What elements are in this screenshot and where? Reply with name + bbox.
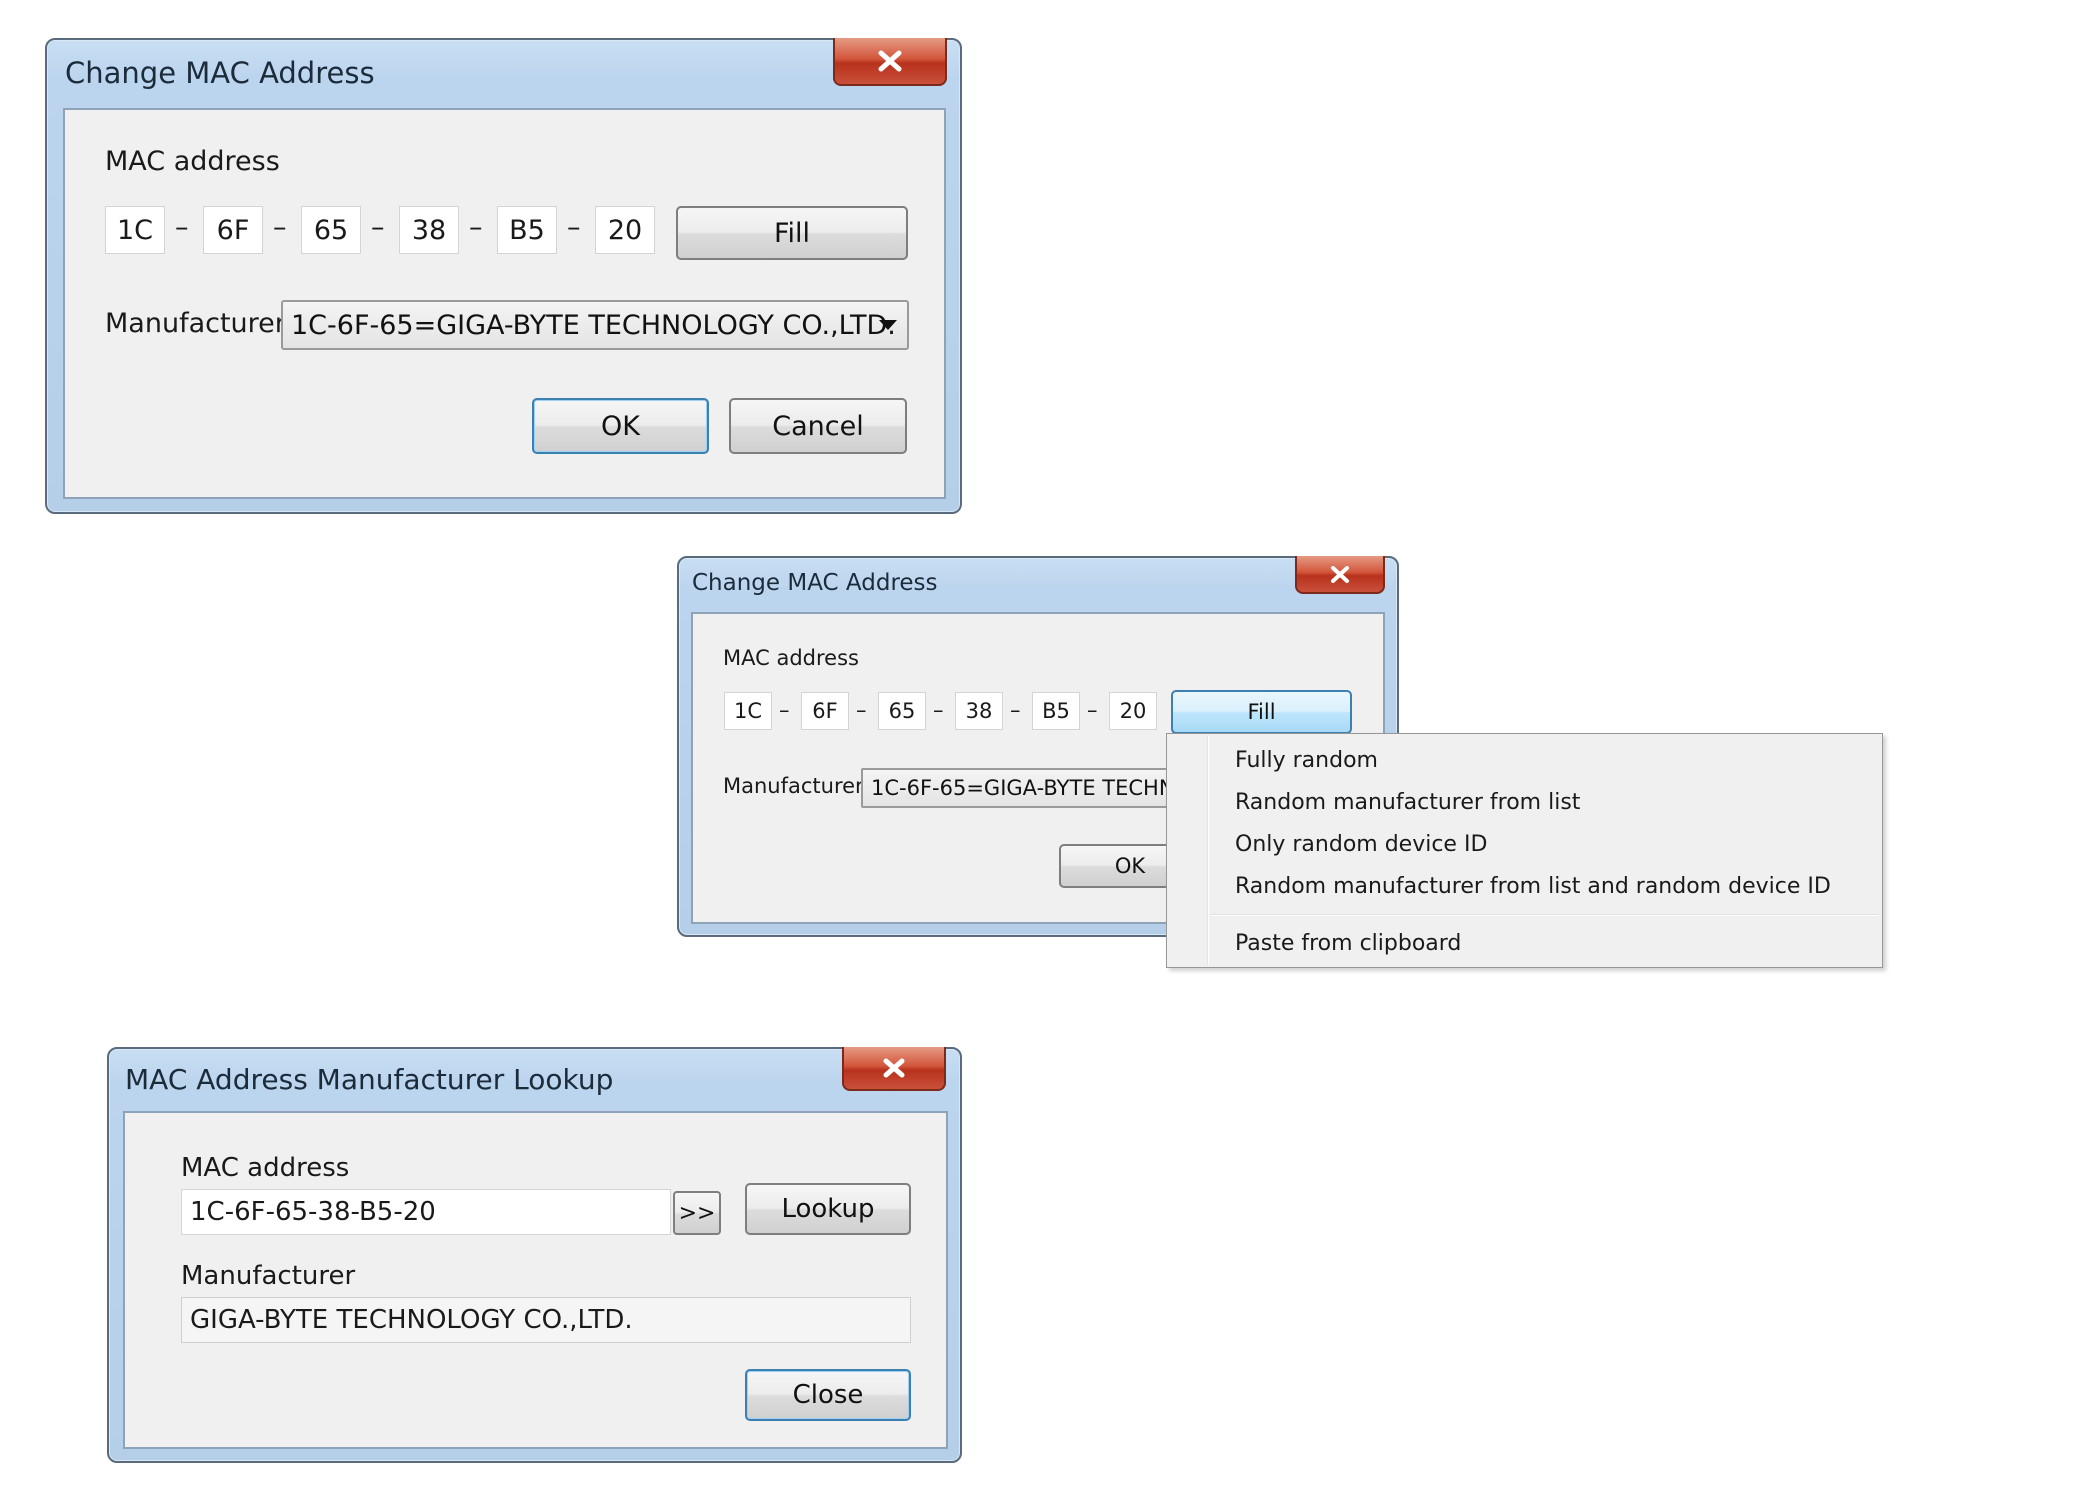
close-icon <box>878 50 902 72</box>
fill-context-menu: Fully random Random manufacturer from li… <box>1166 733 1883 968</box>
close-icon <box>883 1058 905 1078</box>
manufacturer-label: Manufacturer <box>181 1261 356 1291</box>
mac-octet-1[interactable]: 1C <box>724 692 772 730</box>
dialog-client-area: MAC address 1C – 6F – 65 – 38 – B5 – 20 … <box>63 108 946 499</box>
window-title: MAC Address Manufacturer Lookup <box>125 1063 614 1096</box>
menu-item-random-manufacturer[interactable]: Random manufacturer from list <box>1169 786 1880 820</box>
menu-item-paste-from-clipboard[interactable]: Paste from clipboard <box>1169 927 1880 961</box>
octet-separator: – <box>1010 698 1021 722</box>
close-icon <box>1331 565 1349 583</box>
manufacturer-label: Manufacturer <box>105 308 286 339</box>
menu-separator <box>1211 914 1878 916</box>
menu-item-random-device-id[interactable]: Only random device ID <box>1169 828 1880 862</box>
mac-octet-1[interactable]: 1C <box>105 206 165 254</box>
mac-address-input[interactable]: 1C-6F-65-38-B5-20 <box>181 1189 671 1235</box>
octet-separator: – <box>273 212 287 243</box>
mac-octet-5[interactable]: B5 <box>497 206 557 254</box>
window-close-button[interactable] <box>842 1047 946 1091</box>
close-button[interactable]: Close <box>745 1369 911 1421</box>
octet-separator: – <box>175 212 189 243</box>
lookup-button[interactable]: Lookup <box>745 1183 911 1235</box>
octet-separator: – <box>567 212 581 243</box>
octet-separator: – <box>933 698 944 722</box>
cancel-button[interactable]: Cancel <box>729 398 907 454</box>
window-title: Change MAC Address <box>65 56 375 90</box>
mac-address-label: MAC address <box>723 646 859 670</box>
mac-octet-6[interactable]: 20 <box>1109 692 1157 730</box>
mac-octet-4[interactable]: 38 <box>399 206 459 254</box>
mac-octet-4[interactable]: 38 <box>955 692 1003 730</box>
menu-item-random-manufacturer-and-device-id[interactable]: Random manufacturer from list and random… <box>1169 870 1880 904</box>
ok-button[interactable]: OK <box>532 398 709 454</box>
dialog-client-area: MAC address 1C-6F-65-38-B5-20 >> Lookup … <box>123 1111 948 1449</box>
window-close-button[interactable] <box>1295 556 1385 594</box>
fill-button[interactable]: Fill <box>676 206 908 260</box>
mac-address-label: MAC address <box>181 1153 350 1183</box>
mac-address-label: MAC address <box>105 146 280 177</box>
expand-button[interactable]: >> <box>673 1191 721 1235</box>
mac-octet-3[interactable]: 65 <box>878 692 926 730</box>
octet-separator: – <box>856 698 867 722</box>
window-close-button[interactable] <box>833 38 947 86</box>
window-title: Change MAC Address <box>692 570 938 596</box>
mac-octet-3[interactable]: 65 <box>301 206 361 254</box>
manufacturer-dropdown-value: 1C-6F-65=GIGA-BYTE TECHNOLOGY CO.,LTD. <box>291 309 896 341</box>
manufacturer-result-field: GIGA-BYTE TECHNOLOGY CO.,LTD. <box>181 1297 911 1343</box>
mac-lookup-dialog: MAC Address Manufacturer Lookup MAC addr… <box>107 1047 962 1463</box>
octet-separator: – <box>469 212 483 243</box>
fill-button[interactable]: Fill <box>1171 690 1352 734</box>
mac-octet-2[interactable]: 6F <box>203 206 263 254</box>
octet-separator: – <box>779 698 790 722</box>
mac-octet-5[interactable]: B5 <box>1032 692 1080 730</box>
manufacturer-dropdown[interactable]: 1C-6F-65=GIGA-BYTE TECHNOLOGY CO.,LTD. <box>281 300 909 350</box>
chevron-down-icon <box>879 320 897 330</box>
manufacturer-label: Manufacturer <box>723 774 864 798</box>
octet-separator: – <box>371 212 385 243</box>
octet-separator: – <box>1087 698 1098 722</box>
mac-octet-2[interactable]: 6F <box>801 692 849 730</box>
change-mac-dialog: Change MAC Address MAC address 1C – 6F –… <box>45 38 962 514</box>
manufacturer-dropdown-value: 1C-6F-65=GIGA-BYTE TECHNOI <box>871 776 1198 800</box>
mac-octet-6[interactable]: 20 <box>595 206 655 254</box>
menu-item-fully-random[interactable]: Fully random <box>1169 744 1880 778</box>
